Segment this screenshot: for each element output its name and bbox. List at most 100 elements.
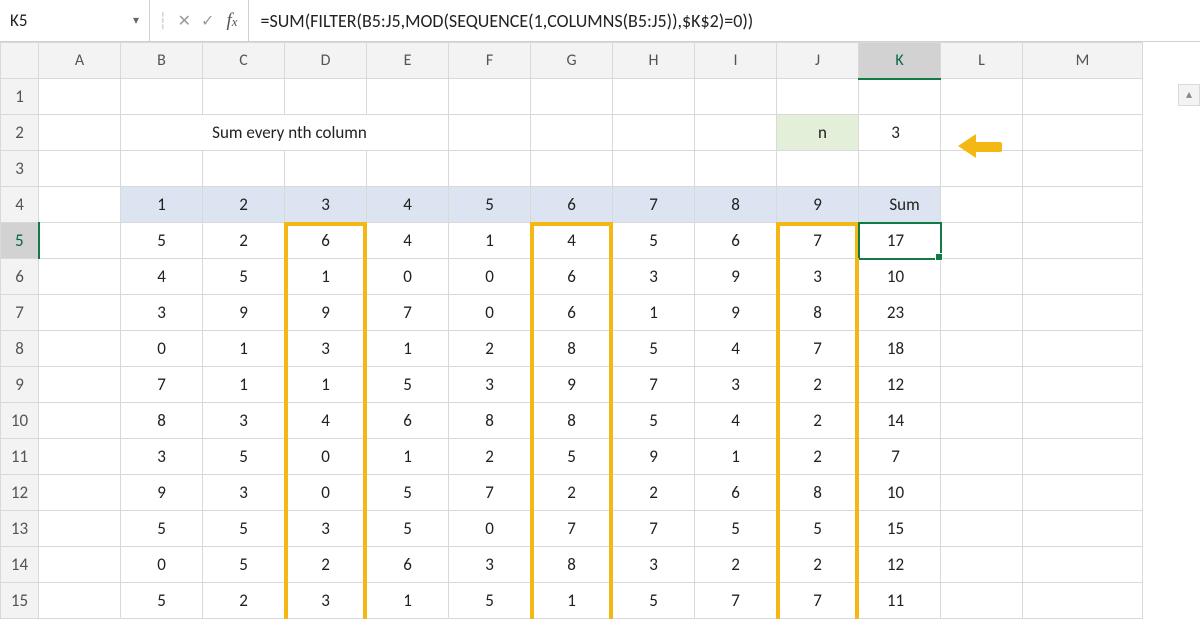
empty-cell[interactable] [39,367,121,403]
empty-cell[interactable] [1023,79,1143,115]
empty-cell[interactable] [941,79,1023,115]
data-cell[interactable]: 1 [285,367,367,403]
data-cell[interactable]: 0 [449,295,531,331]
empty-cell[interactable] [695,79,777,115]
data-cell[interactable]: 4 [121,259,203,295]
empty-cell[interactable] [39,547,121,583]
data-cell[interactable]: 5 [695,511,777,547]
data-cell[interactable]: 6 [367,547,449,583]
empty-cell[interactable] [941,439,1023,475]
index-header-cell[interactable]: 2 [203,187,285,223]
empty-cell[interactable] [613,151,695,187]
fill-handle[interactable] [935,253,943,261]
column-header-C[interactable]: C [203,43,285,79]
data-cell[interactable]: 6 [531,259,613,295]
empty-cell[interactable] [39,331,121,367]
index-header-cell[interactable]: 4 [367,187,449,223]
empty-cell[interactable] [121,151,203,187]
sum-cell[interactable]: 12 [859,367,941,403]
index-header-cell[interactable]: 9 [777,187,859,223]
data-cell[interactable]: 9 [695,295,777,331]
empty-cell[interactable] [39,403,121,439]
sum-cell[interactable]: 18 [859,331,941,367]
sum-cell[interactable]: 7 [859,439,941,475]
data-cell[interactable]: 4 [695,331,777,367]
data-cell[interactable]: 2 [203,583,285,619]
worksheet[interactable]: ▴ ABCDEFGHIJKLM 12Sum every nth columnn3… [0,42,1200,619]
data-cell[interactable]: 3 [613,259,695,295]
name-box[interactable]: K5 ▾ [0,0,150,41]
column-header-M[interactable]: M [1023,43,1143,79]
empty-cell[interactable] [203,79,285,115]
empty-cell[interactable] [39,79,121,115]
row-header-1[interactable]: 1 [1,79,39,115]
data-cell[interactable]: 0 [367,259,449,295]
empty-cell[interactable] [367,151,449,187]
index-header-cell[interactable]: 6 [531,187,613,223]
column-header-B[interactable]: B [121,43,203,79]
empty-cell[interactable] [941,511,1023,547]
empty-cell[interactable] [1023,367,1143,403]
data-cell[interactable]: 9 [531,367,613,403]
data-cell[interactable]: 4 [695,403,777,439]
data-cell[interactable]: 2 [777,547,859,583]
sum-cell[interactable]: 10 [859,475,941,511]
data-cell[interactable]: 3 [449,547,531,583]
column-header-I[interactable]: I [695,43,777,79]
data-cell[interactable]: 8 [449,403,531,439]
index-header-cell[interactable]: 8 [695,187,777,223]
empty-cell[interactable] [1023,259,1143,295]
data-cell[interactable]: 6 [285,223,367,259]
empty-cell[interactable] [1023,475,1143,511]
data-cell[interactable]: 2 [695,547,777,583]
empty-cell[interactable] [941,331,1023,367]
index-header-cell[interactable]: 7 [613,187,695,223]
empty-cell[interactable] [941,259,1023,295]
row-header-8[interactable]: 8 [1,331,39,367]
data-cell[interactable]: 6 [695,475,777,511]
empty-cell[interactable] [859,151,941,187]
data-cell[interactable]: 2 [777,403,859,439]
data-cell[interactable]: 1 [367,331,449,367]
row-header-7[interactable]: 7 [1,295,39,331]
row-header-12[interactable]: 12 [1,475,39,511]
data-cell[interactable]: 7 [613,511,695,547]
data-cell[interactable]: 8 [531,331,613,367]
column-header-D[interactable]: D [285,43,367,79]
sum-cell[interactable]: 10 [859,259,941,295]
sum-header-cell[interactable]: Sum [859,187,941,223]
data-cell[interactable]: 9 [203,295,285,331]
data-cell[interactable]: 7 [613,367,695,403]
empty-cell[interactable] [39,583,121,619]
data-cell[interactable]: 5 [121,511,203,547]
empty-cell[interactable] [941,295,1023,331]
page-title[interactable]: Sum every nth column [121,115,449,151]
column-header-G[interactable]: G [531,43,613,79]
row-header-6[interactable]: 6 [1,259,39,295]
empty-cell[interactable] [203,151,285,187]
data-cell[interactable]: 3 [449,367,531,403]
empty-cell[interactable] [531,151,613,187]
select-all-corner[interactable] [1,43,39,79]
empty-cell[interactable] [531,79,613,115]
column-header-F[interactable]: F [449,43,531,79]
column-header-K[interactable]: K [859,43,941,79]
empty-cell[interactable] [39,115,121,151]
column-header-J[interactable]: J [777,43,859,79]
data-cell[interactable]: 5 [613,331,695,367]
sum-cell[interactable]: 23 [859,295,941,331]
row-header-3[interactable]: 3 [1,151,39,187]
data-cell[interactable]: 1 [367,439,449,475]
data-cell[interactable]: 5 [367,511,449,547]
data-cell[interactable]: 5 [777,511,859,547]
row-header-13[interactable]: 13 [1,511,39,547]
empty-cell[interactable] [39,295,121,331]
data-cell[interactable]: 8 [777,295,859,331]
index-header-cell[interactable]: 3 [285,187,367,223]
empty-cell[interactable] [1023,583,1143,619]
data-cell[interactable]: 4 [531,223,613,259]
empty-cell[interactable] [1023,403,1143,439]
empty-cell[interactable] [941,403,1023,439]
fx-icon[interactable]: fx [224,10,239,32]
data-cell[interactable]: 5 [367,475,449,511]
